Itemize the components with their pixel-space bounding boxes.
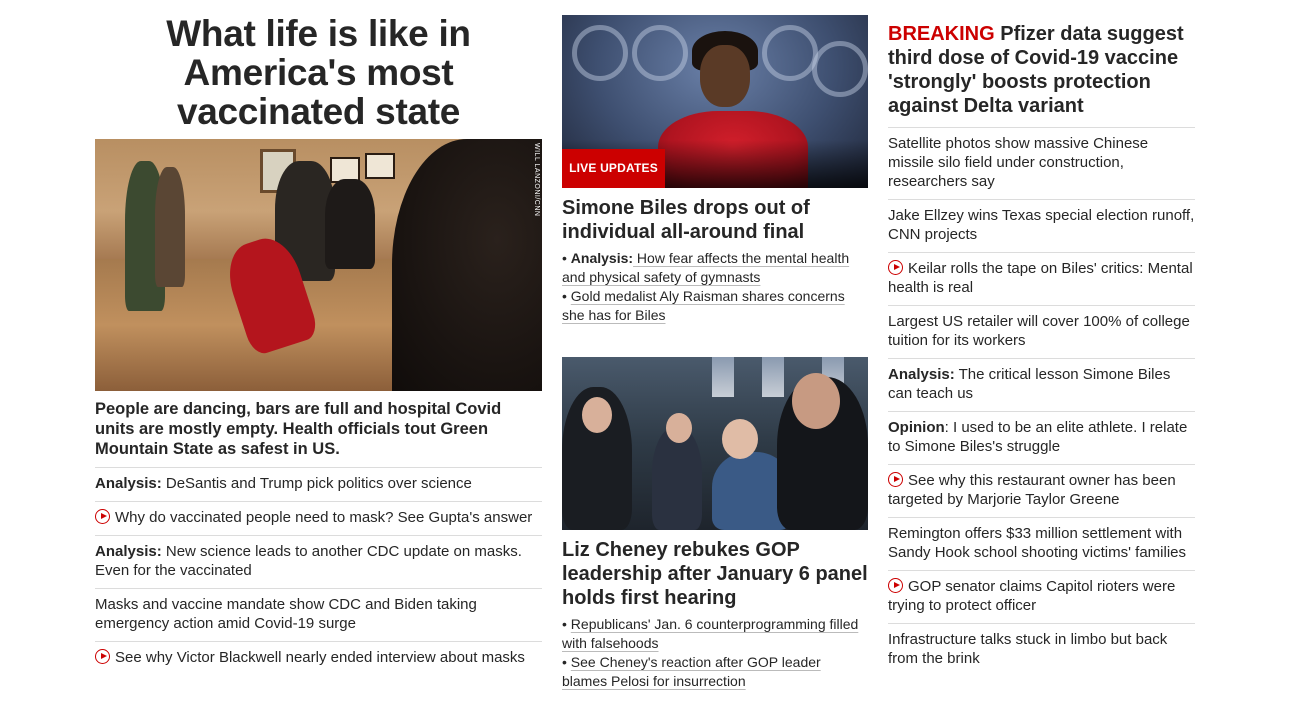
list-item[interactable]: GOP senator claims Capitol rioters were … [888,570,1195,623]
ring-shape [762,25,818,81]
item-text[interactable]: Gold medalist Aly Raisman shares concern… [562,288,845,323]
ring-shape [572,25,628,81]
list-item[interactable]: Remington offers $33 million settlement … [888,517,1195,570]
left-column: What life is like in America's most vacc… [95,0,542,675]
biles-image[interactable]: LIVE UPDATES [562,15,868,188]
list-item[interactable]: Largest US retailer will cover 100% of c… [888,305,1195,358]
bullet: • [562,616,571,632]
item-text[interactable]: Infrastructure talks stuck in limbo but … [888,631,1167,667]
item-label: Opinion [888,419,945,436]
list-item[interactable]: Analysis: The critical lesson Simone Bil… [888,358,1195,411]
biles-related-list: • Analysis: How fear affects the mental … [562,249,868,325]
item-text[interactable]: Remington offers $33 million settlement … [888,525,1186,561]
item-text[interactable]: Keilar rolls the tape on Biles' critics:… [888,260,1193,296]
face-shape [792,373,840,429]
related-item[interactable]: • See Cheney's reaction after GOP leader… [562,653,868,691]
hero-image-person [325,179,375,269]
list-item[interactable]: Keilar rolls the tape on Biles' critics:… [888,252,1195,305]
hero-image-frame [365,153,395,179]
flag-shape [762,357,784,397]
list-item[interactable]: See why this restaurant owner has been t… [888,464,1195,517]
list-item[interactable]: Why do vaccinated people need to mask? S… [95,501,542,535]
item-text[interactable]: Republicans' Jan. 6 counterprogramming f… [562,616,858,651]
list-item[interactable]: Analysis: DeSantis and Trump pick politi… [95,467,542,501]
face-shape [582,397,612,433]
related-item[interactable]: • Republicans' Jan. 6 counterprogramming… [562,615,868,653]
list-item[interactable]: See why Victor Blackwell nearly ended in… [95,641,542,675]
lead-headline[interactable]: What life is like in America's most vacc… [95,14,542,131]
bullet: • [562,288,571,304]
hero-image-person [155,167,185,287]
right-column: BREAKING Pfizer data suggest third dose … [888,0,1195,676]
right-story-list: Satellite photos show massive Chinese mi… [888,127,1195,676]
item-text[interactable]: Largest US retailer will cover 100% of c… [888,313,1190,349]
item-text[interactable]: Jake Ellzey wins Texas special election … [888,207,1194,243]
cheney-image[interactable] [562,357,868,530]
bullet: • [562,250,571,266]
related-item[interactable]: • Gold medalist Aly Raisman shares conce… [562,287,868,325]
middle-column: LIVE UPDATES Simone Biles drops out of i… [562,0,868,691]
live-updates-badge[interactable]: LIVE UPDATES [562,149,665,188]
breaking-headline[interactable]: BREAKING Pfizer data suggest third dose … [888,22,1195,118]
play-icon [95,649,110,664]
hero-caption[interactable]: People are dancing, bars are full and ho… [95,399,542,459]
item-text[interactable]: Why do vaccinated people need to mask? S… [115,509,532,526]
item-text[interactable]: See why this restaurant owner has been t… [888,472,1176,508]
item-label: Analysis: [95,543,162,560]
athlete-face [700,45,750,107]
hero-image[interactable]: WILL LANZONI/CNN [95,139,542,391]
list-item[interactable]: Satellite photos show massive Chinese mi… [888,127,1195,199]
item-text[interactable]: Satellite photos show massive Chinese mi… [888,135,1148,190]
bullet: • [562,654,571,670]
item-label: Analysis: [95,475,162,492]
cheney-related-list: • Republicans' Jan. 6 counterprogramming… [562,615,868,691]
list-item[interactable]: Masks and vaccine mandate show CDC and B… [95,588,542,641]
image-credit: WILL LANZONI/CNN [533,143,540,217]
face-shape [666,413,692,443]
ring-shape [632,25,688,81]
cheney-headline[interactable]: Liz Cheney rebukes GOP leadership after … [562,538,868,610]
left-story-list: Analysis: DeSantis and Trump pick politi… [95,467,542,675]
breaking-tag: BREAKING [888,23,995,45]
list-item[interactable]: Infrastructure talks stuck in limbo but … [888,623,1195,676]
item-text[interactable]: DeSantis and Trump pick politics over sc… [162,475,472,492]
face-shape [722,419,758,459]
list-item[interactable]: Analysis: New science leads to another C… [95,535,542,588]
list-item[interactable]: Opinion: I used to be an elite athlete. … [888,411,1195,464]
item-text[interactable]: See Cheney's reaction after GOP leader b… [562,654,821,689]
play-icon [888,260,903,275]
play-icon [95,509,110,524]
hero-image-foreground [392,139,542,391]
related-item[interactable]: • Analysis: How fear affects the mental … [562,249,868,287]
item-text[interactable]: See why Victor Blackwell nearly ended in… [115,649,525,666]
item-text[interactable]: Masks and vaccine mandate show CDC and B… [95,596,477,632]
flag-shape [712,357,734,397]
item-text[interactable]: GOP senator claims Capitol rioters were … [888,578,1175,614]
ring-shape [812,41,868,97]
play-icon [888,578,903,593]
play-icon [888,472,903,487]
biles-headline[interactable]: Simone Biles drops out of individual all… [562,196,868,244]
list-item[interactable]: Jake Ellzey wins Texas special election … [888,199,1195,252]
item-label: Analysis: [570,250,634,266]
item-label: Analysis: [888,366,955,383]
